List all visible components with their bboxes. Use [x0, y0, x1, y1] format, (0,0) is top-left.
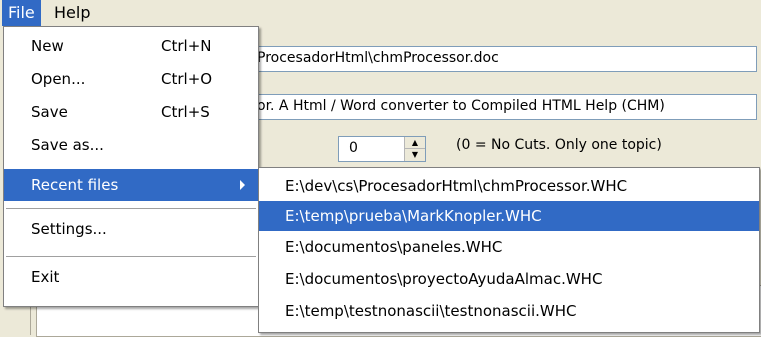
- menu-item-shortcut: Ctrl+N: [161, 37, 212, 55]
- recent-file-item[interactable]: E:\documentos\paneles.WHC: [259, 232, 759, 262]
- submenu-arrow-icon: [240, 180, 245, 190]
- stepper-down-icon[interactable]: ▼: [405, 149, 425, 161]
- menu-item-label: Settings...: [31, 220, 107, 238]
- menu-item-shortcut: Ctrl+S: [161, 103, 210, 121]
- menu-item-new[interactable]: New Ctrl+N: [4, 30, 258, 62]
- recent-file-item[interactable]: E:\temp\testnonascii\testnonascii.WHC: [259, 296, 759, 326]
- menu-help[interactable]: Help: [48, 0, 96, 26]
- file-menu: New Ctrl+N Open... Ctrl+O Save Ctrl+S Sa…: [3, 26, 259, 307]
- menu-separator: [6, 256, 256, 257]
- menu-item-label: Save as...: [31, 136, 104, 154]
- recent-file-path: E:\dev\cs\ProcesadorHtml\chmProcessor.WH…: [285, 177, 628, 195]
- menu-bar: File Help: [0, 0, 761, 26]
- cuts-note: (0 = No Cuts. Only one topic): [456, 137, 662, 153]
- menu-item-label: Save: [31, 103, 68, 121]
- recent-file-item[interactable]: E:\dev\cs\ProcesadorHtml\chmProcessor.WH…: [259, 171, 759, 201]
- title-value: or. A Html / Word converter to Compiled …: [257, 98, 665, 114]
- cuts-level-value: 0: [349, 140, 358, 156]
- menu-separator: [6, 208, 256, 209]
- menu-item-save-as[interactable]: Save as...: [4, 129, 258, 161]
- menu-item-settings[interactable]: Settings...: [4, 213, 258, 245]
- menu-item-label: Recent files: [31, 176, 119, 194]
- menu-item-save[interactable]: Save Ctrl+S: [4, 96, 258, 128]
- recent-file-item[interactable]: E:\temp\prueba\MarkKnopler.WHC: [259, 201, 759, 231]
- menu-item-open[interactable]: Open... Ctrl+O: [4, 63, 258, 95]
- menu-item-recent-files[interactable]: Recent files: [4, 169, 258, 201]
- recent-file-path: E:\documentos\proyectoAyudaAlmac.WHC: [285, 270, 603, 288]
- title-field[interactable]: or. A Html / Word converter to Compiled …: [200, 94, 757, 120]
- menu-item-label: Exit: [31, 268, 60, 286]
- menu-item-shortcut: Ctrl+O: [161, 70, 213, 88]
- menu-file[interactable]: File: [2, 0, 41, 26]
- menu-item-label: New: [31, 37, 64, 55]
- cuts-level-stepper[interactable]: 0 ▲ ▼: [338, 136, 426, 162]
- stepper-up-icon[interactable]: ▲: [405, 137, 425, 149]
- recent-file-path: E:\documentos\paneles.WHC: [285, 238, 503, 256]
- menu-item-exit[interactable]: Exit: [4, 261, 258, 293]
- menu-item-label: Open...: [31, 70, 86, 88]
- recent-files-submenu: E:\dev\cs\ProcesadorHtml\chmProcessor.WH…: [258, 167, 760, 333]
- recent-file-path: E:\temp\testnonascii\testnonascii.WHC: [285, 302, 577, 320]
- source-file-field[interactable]: ProcesadorHtml\chmProcessor.doc: [200, 46, 757, 72]
- stepper-buttons: ▲ ▼: [404, 137, 425, 161]
- recent-file-item[interactable]: E:\documentos\proyectoAyudaAlmac.WHC: [259, 264, 759, 294]
- recent-file-path: E:\temp\prueba\MarkKnopler.WHC: [285, 207, 542, 225]
